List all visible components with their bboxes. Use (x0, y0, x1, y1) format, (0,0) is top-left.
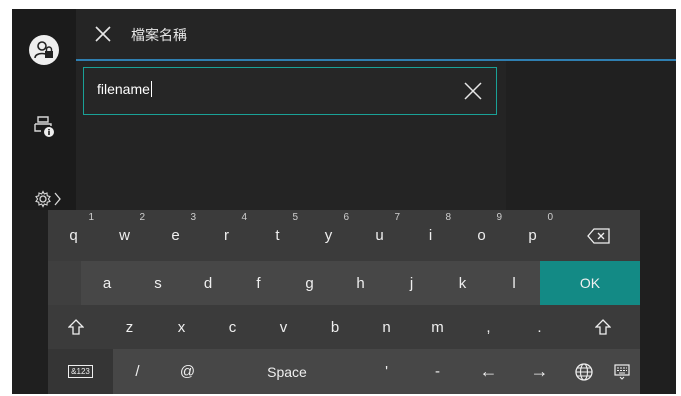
key-m[interactable]: m (412, 305, 463, 349)
space-key[interactable]: Space (213, 349, 361, 394)
shift-icon (67, 319, 84, 335)
key-b[interactable]: b (309, 305, 361, 349)
filename-input[interactable]: filename (83, 67, 497, 115)
key-q[interactable]: q1 (48, 210, 99, 261)
left-arrow-key[interactable]: ← (463, 349, 514, 394)
key-s[interactable]: s (133, 261, 183, 305)
key-period[interactable]: . (514, 305, 565, 349)
key-g[interactable]: g (284, 261, 335, 305)
key-n[interactable]: n (361, 305, 412, 349)
key-h[interactable]: h (335, 261, 386, 305)
key-u[interactable]: u7 (354, 210, 405, 261)
key-v[interactable]: v (258, 305, 309, 349)
settings-gear-icon (35, 190, 51, 208)
key-dash[interactable]: - (412, 349, 463, 394)
key-c[interactable]: c (207, 305, 258, 349)
page-title: 檔案名稱 (131, 27, 187, 43)
right-panel (506, 61, 676, 210)
user-lock-icon[interactable] (29, 35, 59, 65)
key-x[interactable]: x (156, 305, 207, 349)
key-at[interactable]: @ (162, 349, 213, 394)
key-slash[interactable]: / (113, 349, 162, 394)
key-comma[interactable]: , (463, 305, 514, 349)
key-d[interactable]: d (183, 261, 233, 305)
key-p[interactable]: p0 (507, 210, 558, 261)
key-k[interactable]: k (437, 261, 488, 305)
close-icon[interactable] (92, 23, 114, 45)
content-area: filename (76, 61, 676, 210)
key-o[interactable]: o9 (456, 210, 507, 261)
keyboard-hide-icon (613, 363, 630, 380)
key-j[interactable]: j (386, 261, 437, 305)
header-bar: 檔案名稱 (76, 9, 676, 61)
settings-expand-button[interactable] (28, 189, 68, 209)
text-caret (150, 81, 152, 97)
chevron-right-icon (54, 192, 61, 206)
key-i[interactable]: i8 (405, 210, 456, 261)
key-y[interactable]: y6 (303, 210, 354, 261)
clear-input-icon[interactable] (462, 80, 484, 102)
ok-button[interactable]: OK (540, 261, 640, 305)
shift-left-key[interactable] (48, 305, 103, 349)
key-r[interactable]: r4 (201, 210, 252, 261)
shift-icon (594, 319, 611, 335)
screen: 檔案名稱 filename q1 w2 e3 r4 t5 y6 u7 i8 o9… (12, 9, 676, 394)
key-t[interactable]: t5 (252, 210, 303, 261)
key-e[interactable]: e3 (150, 210, 201, 261)
globe-icon (575, 362, 593, 381)
key-w[interactable]: w2 (99, 210, 150, 261)
key-a[interactable]: a (81, 261, 133, 305)
language-key[interactable] (565, 349, 603, 394)
backspace-key[interactable] (558, 210, 640, 261)
key-l[interactable]: l (488, 261, 540, 305)
backspace-icon (587, 227, 610, 244)
hide-keyboard-key[interactable] (603, 349, 640, 394)
symbols-key[interactable]: &123 (48, 349, 113, 394)
filename-value: filename (97, 81, 150, 97)
sidebar (12, 9, 76, 210)
on-screen-keyboard: q1 w2 e3 r4 t5 y6 u7 i8 o9 p0 a s d f g (48, 210, 640, 394)
shift-right-key[interactable] (565, 305, 640, 349)
printer-info-icon[interactable] (29, 111, 59, 141)
key-apostrophe[interactable]: ' (361, 349, 412, 394)
key-f[interactable]: f (233, 261, 284, 305)
right-arrow-key[interactable]: → (514, 349, 565, 394)
key-z[interactable]: z (103, 305, 156, 349)
